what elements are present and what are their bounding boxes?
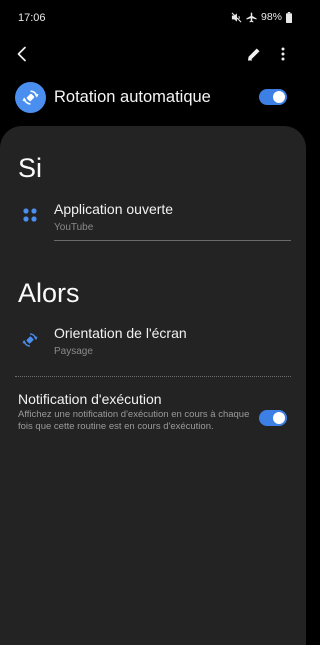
notification-title: Notification d'exécution: [18, 391, 162, 407]
then-section-title: Alors: [18, 278, 80, 308]
back-button[interactable]: [10, 40, 34, 68]
action-subtitle: Paysage: [54, 346, 93, 357]
airplane-icon: [246, 11, 257, 23]
section-divider: [15, 376, 291, 377]
back-icon: [17, 46, 26, 62]
mute-icon: [231, 12, 242, 23]
battery-level: 98%: [260, 11, 282, 23]
edit-button[interactable]: [241, 40, 267, 68]
apps-grid-icon: [23, 208, 37, 222]
condition-subtitle: YouTube: [54, 222, 94, 233]
notification-toggle[interactable]: [259, 410, 287, 426]
edit-icon: [248, 48, 260, 61]
condition-divider: [54, 240, 291, 241]
toggle-knob: [273, 91, 285, 103]
battery-icon: [286, 11, 292, 23]
action-title[interactable]: Orientation de l'écran: [54, 325, 187, 341]
more-options-button[interactable]: [272, 40, 294, 68]
more-vert-icon: [281, 47, 285, 61]
routine-toggle[interactable]: [259, 89, 287, 105]
status-icons: 98%: [231, 11, 292, 23]
screen-rotation-icon: [22, 333, 38, 347]
auto-rotate-icon: [15, 82, 46, 113]
status-time: 17:06: [18, 12, 46, 24]
status-bar: 17:06 98%: [0, 0, 306, 36]
toolbar: [0, 36, 306, 72]
notification-description: Affichez une notification d'exécution en…: [18, 409, 250, 432]
condition-title[interactable]: Application ouverte: [54, 201, 173, 217]
toggle-knob: [273, 412, 285, 424]
if-section-title: Si: [18, 153, 43, 183]
routine-title: Rotation automatique: [54, 88, 211, 106]
